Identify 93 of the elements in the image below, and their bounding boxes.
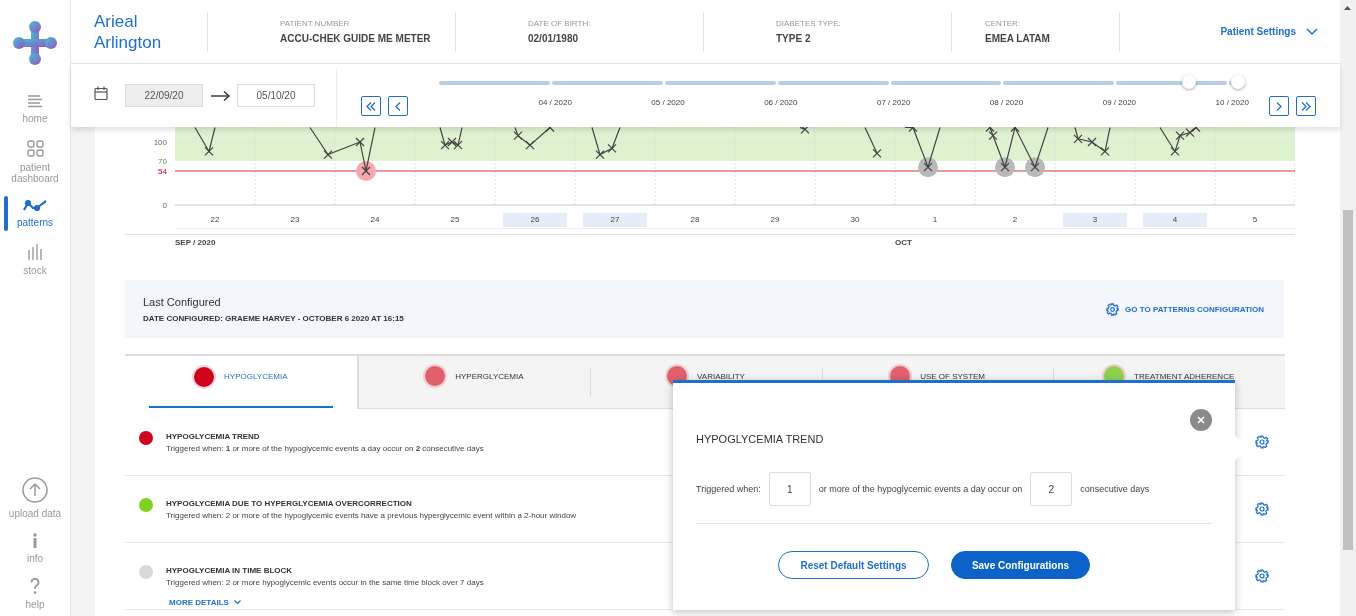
- pattern-description: Triggered when: 2 or more of the hypoglycemic events have a previous hyperglycemic event within a 2-hour window: [166, 511, 577, 520]
- category-tab[interactable]: HYPERGLYCEMIA: [358, 356, 591, 408]
- pattern-description: Triggered when: 1 or more of the hypoglycemic events a day occur on 2 consecutive days: [166, 444, 484, 453]
- day-label: 28: [689, 214, 701, 226]
- sidebar-item[interactable]: help: [0, 578, 70, 610]
- month-label: 05 / 2020: [651, 97, 685, 107]
- first-page-button[interactable]: [361, 96, 381, 116]
- field-value: TYPE 2: [776, 33, 812, 44]
- month-label: 06 / 2020: [764, 97, 798, 107]
- logo-icon: [12, 20, 58, 66]
- panel-title: Last Configured: [143, 296, 222, 308]
- popover-title: HYPOGLYCEMIA TREND: [696, 433, 825, 445]
- day-label: 4: [1143, 212, 1207, 227]
- month-label: 04 / 2020: [538, 97, 572, 107]
- pattern-description: Triggered when: 2 or more hypoglycemic events occur in the same time block over 7 days: [166, 578, 484, 587]
- close-button[interactable]: [1190, 409, 1212, 431]
- chevron-right-icon: [1276, 101, 1282, 111]
- double-chevron-left-icon: [366, 101, 376, 111]
- month-label: 08 / 2020: [989, 97, 1024, 107]
- axis-tick-label: 54: [158, 167, 167, 176]
- grid-icon: [26, 140, 44, 157]
- month-label: SEP / 2020: [125, 234, 895, 247]
- field-label: CENTER:: [985, 19, 1022, 28]
- sidebar-item[interactable]: stock: [0, 244, 70, 276]
- field-label: consecutive days: [1080, 484, 1150, 494]
- info-icon: [32, 533, 38, 548]
- double-chevron-right-icon: [1301, 101, 1311, 111]
- help-icon: [30, 578, 40, 594]
- more-details-link[interactable]: MORE DETAILS: [169, 598, 241, 607]
- date-field[interactable]: 05/10/20: [237, 84, 315, 107]
- day-label: 2: [1011, 214, 1019, 226]
- close-icon: [1197, 416, 1205, 424]
- input-field[interactable]: 1: [768, 472, 811, 506]
- field-label: Triggered when:: [696, 484, 761, 494]
- pattern-title: HYPOGLYCEMIA DUE TO HYPERGLYCEMIA OVERCORRECTION: [166, 499, 412, 508]
- pattern-title: HYPOGLYCEMIA IN TIME BLOCK: [166, 566, 293, 575]
- reset-button[interactable]: Reset Default Settings: [778, 551, 929, 579]
- calendar-icon: [94, 85, 108, 100]
- day-label: 23: [289, 214, 301, 226]
- scrollbar-thumb[interactable]: [1343, 210, 1353, 550]
- configuration-link[interactable]: GO TO PATTERNS CONFIGURATION: [1106, 303, 1264, 316]
- slider-handle[interactable]: [1231, 74, 1245, 89]
- sidebar-item[interactable]: home: [0, 94, 70, 124]
- settings-icon[interactable]: [1255, 435, 1269, 449]
- field-value: ACCU-CHEK GUIDE ME METER: [280, 33, 432, 44]
- next-button[interactable]: [1269, 96, 1289, 116]
- sidebar-item[interactable]: upload data: [0, 477, 70, 519]
- category-tab[interactable]: HYPOGLYCEMIA: [125, 354, 359, 409]
- axis-tick-label: 0: [162, 201, 167, 210]
- slider-handle[interactable]: [1182, 74, 1196, 89]
- month-label: OCT: [845, 234, 1295, 247]
- month-label: 07 / 2020: [877, 97, 911, 107]
- sidebar-item[interactable]: patient dashboard: [0, 140, 70, 184]
- pattern-title: HYPOGLYCEMIA TREND: [166, 432, 260, 441]
- settings-icon: [1106, 303, 1120, 316]
- field-label: or more of the hypoglycemic events a day occur on: [818, 484, 1023, 494]
- chevron-down-icon: [233, 600, 241, 605]
- scroll-up-icon[interactable]: [1344, 6, 1351, 10]
- day-label: 24: [369, 214, 381, 226]
- field-value: EMEA LATAM: [985, 33, 1051, 44]
- panel-detail: DATE CONFIGURED: GRAEME HARVEY - OCTOBER 6 2020 AT 16:15: [143, 314, 404, 323]
- day-label: 26: [503, 212, 567, 227]
- field-label: PATIENT NUMBER: [280, 19, 351, 28]
- upload-icon: [22, 477, 48, 503]
- day-label: 3: [1063, 212, 1127, 227]
- day-label: 29: [769, 214, 781, 226]
- day-label: 22: [209, 214, 221, 226]
- settings-icon[interactable]: [1255, 502, 1269, 516]
- day-label: 30: [849, 214, 861, 226]
- save-button[interactable]: Save Configurations: [951, 551, 1090, 579]
- previous-button[interactable]: [388, 96, 408, 116]
- settings-icon[interactable]: [1255, 569, 1269, 583]
- menu-lines-icon: [27, 94, 43, 108]
- bar-chart-icon: [28, 244, 42, 260]
- month-label: 09 / 2020: [1102, 97, 1137, 107]
- line-chart-icon: [23, 200, 47, 212]
- field-label: DIABETES TYPE:: [776, 19, 842, 28]
- last-page-button[interactable]: [1296, 96, 1316, 116]
- axis-tick-label: 70: [158, 157, 167, 166]
- sidebar-item[interactable]: info: [0, 533, 70, 564]
- field-value: 02/01/1980: [528, 33, 580, 44]
- patient-name: Arieal Arlington: [93, 10, 163, 53]
- day-label: 25: [449, 214, 461, 226]
- field-label: DATE OF BIRTH:: [528, 19, 592, 28]
- day-label: 5: [1251, 214, 1259, 226]
- input-field[interactable]: 2: [1030, 472, 1073, 506]
- chevron-left-icon: [395, 101, 401, 111]
- month-label: 10 / 2020: [1215, 97, 1249, 107]
- chevron-down-icon: [1306, 27, 1318, 36]
- day-label: 1: [931, 214, 939, 226]
- axis-tick-label: 100: [153, 138, 167, 147]
- day-label: 27: [583, 212, 647, 227]
- arrow-right-icon: [211, 90, 230, 101]
